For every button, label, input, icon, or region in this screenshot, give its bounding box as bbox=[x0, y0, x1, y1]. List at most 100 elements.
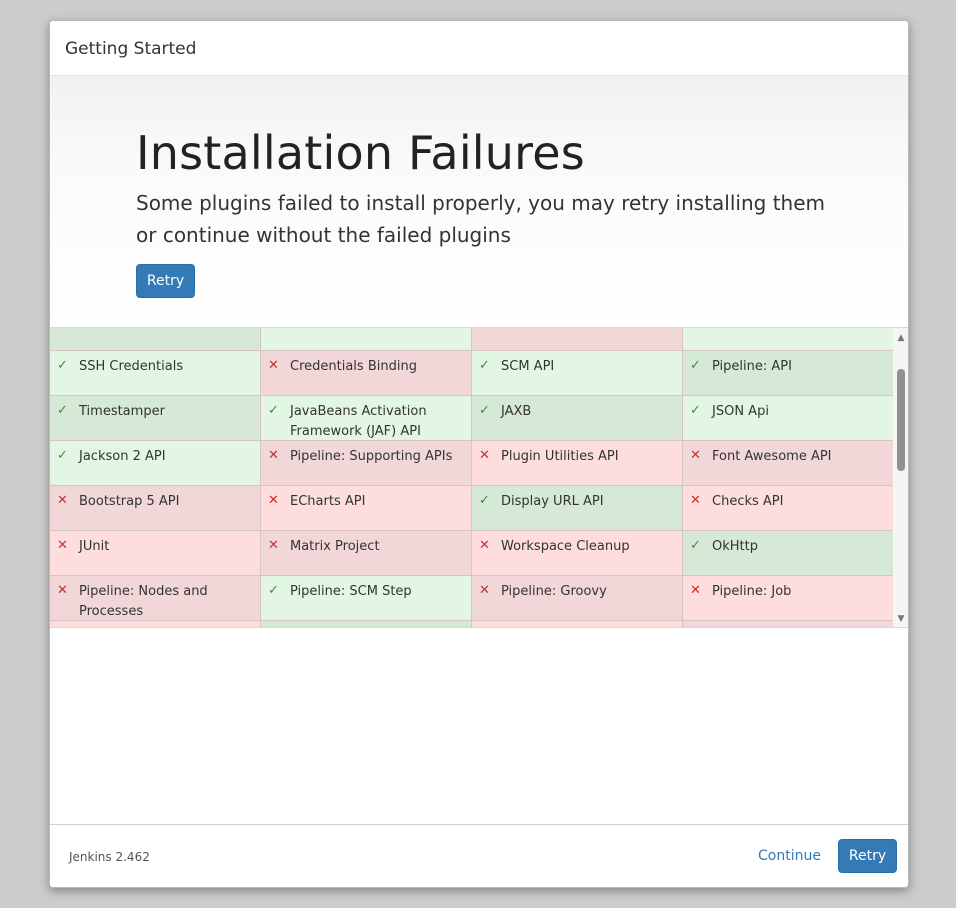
plugin-name: Checks API bbox=[712, 494, 784, 509]
plugin-name: Credentials Binding bbox=[290, 359, 417, 374]
plugin-item: ✓ Pipeline: SCM Step bbox=[261, 576, 472, 621]
check-icon: ✓ bbox=[690, 328, 701, 331]
check-icon: ✓ bbox=[690, 538, 701, 553]
plugin-item: ✓ Pipeline: API bbox=[683, 351, 894, 396]
scrollbar-thumb[interactable] bbox=[897, 369, 905, 471]
check-icon: ✓ bbox=[479, 493, 490, 508]
plugin-name: Bootstrap 5 API bbox=[79, 494, 180, 509]
cross-icon: ✕ bbox=[57, 538, 68, 553]
plugin-item: ✕ Checks API bbox=[683, 486, 894, 531]
plugin-item: ✓ bbox=[261, 621, 472, 627]
hero-section: Installation Failures Some plugins faile… bbox=[50, 76, 908, 327]
plugin-name: JavaBeans Activation Framework (JAF) API bbox=[290, 404, 427, 439]
check-icon: ✓ bbox=[57, 448, 68, 463]
setup-dialog: Getting Started Installation Failures So… bbox=[49, 20, 909, 888]
plugin-name: Pipeline: SCM Step bbox=[290, 584, 412, 599]
cross-icon: ✕ bbox=[479, 538, 490, 553]
dialog-header: Getting Started bbox=[50, 21, 908, 76]
plugin-name: Pipeline: Supporting APIs bbox=[290, 449, 453, 464]
retry-button[interactable]: Retry bbox=[136, 264, 195, 298]
plugin-name: JSON Api bbox=[712, 404, 769, 419]
check-icon: ✓ bbox=[268, 328, 279, 331]
plugin-item: ✕ Workspace Cleanup bbox=[472, 531, 683, 576]
check-icon: ✓ bbox=[690, 358, 701, 373]
plugin-list[interactable]: ✓ ✓ ✕ ✓ ✓ SSH Credentials ✕ Credentials Binding… bbox=[50, 327, 908, 628]
check-icon: ✓ bbox=[268, 583, 279, 598]
continue-link[interactable]: Continue bbox=[758, 848, 821, 864]
check-icon: ✓ bbox=[57, 328, 68, 331]
plugin-item: ✕ Pipeline: Job bbox=[683, 576, 894, 621]
dialog-title: Getting Started bbox=[65, 39, 197, 59]
version-label: Jenkins 2.462 bbox=[69, 850, 150, 864]
plugin-item: ✕ bbox=[50, 621, 261, 627]
cross-icon: ✕ bbox=[479, 583, 490, 598]
plugin-item: ✓ bbox=[50, 328, 261, 351]
plugin-name: Jackson 2 API bbox=[79, 449, 166, 464]
plugin-name: OkHttp bbox=[712, 539, 758, 554]
plugin-item: ✕ bbox=[683, 621, 894, 627]
plugin-name: SSH Credentials bbox=[79, 359, 184, 374]
plugin-item: ✕ bbox=[472, 328, 683, 351]
plugin-item: ✓ OkHttp bbox=[683, 531, 894, 576]
plugin-item: ✕ Credentials Binding bbox=[261, 351, 472, 396]
plugin-item: ✕ bbox=[472, 621, 683, 627]
cross-icon: ✕ bbox=[57, 583, 68, 598]
plugin-name: SCM API bbox=[501, 359, 555, 374]
plugin-item: ✕ Pipeline: Supporting APIs bbox=[261, 441, 472, 486]
cross-icon: ✕ bbox=[690, 448, 701, 463]
cross-icon: ✕ bbox=[57, 493, 68, 508]
check-icon: ✓ bbox=[690, 403, 701, 418]
cross-icon: ✕ bbox=[268, 358, 279, 373]
check-icon: ✓ bbox=[268, 626, 279, 627]
cross-icon: ✕ bbox=[268, 448, 279, 463]
plugin-item: ✓ SSH Credentials bbox=[50, 351, 261, 396]
plugin-name: Display URL API bbox=[501, 494, 604, 509]
cross-icon: ✕ bbox=[479, 328, 490, 331]
plugin-item: ✕ Matrix Project bbox=[261, 531, 472, 576]
plugin-name: Pipeline: Nodes and Processes bbox=[79, 584, 208, 619]
plugin-name: Timestamper bbox=[79, 404, 165, 419]
cross-icon: ✕ bbox=[690, 626, 701, 627]
scroll-down-arrow-icon[interactable]: ▼ bbox=[893, 611, 908, 627]
check-icon: ✓ bbox=[268, 403, 279, 418]
plugin-name: ECharts API bbox=[290, 494, 366, 509]
cross-icon: ✕ bbox=[690, 583, 701, 598]
cross-icon: ✕ bbox=[268, 538, 279, 553]
plugin-name: JUnit bbox=[79, 539, 110, 554]
plugin-item: ✕ ECharts API bbox=[261, 486, 472, 531]
plugin-item: ✕ Plugin Utilities API bbox=[472, 441, 683, 486]
plugin-item: ✓ JavaBeans Activation Framework (JAF) AP… bbox=[261, 396, 472, 441]
plugin-item: ✕ Pipeline: Nodes and Processes bbox=[50, 576, 261, 621]
dialog-footer: Jenkins 2.462 Continue Retry bbox=[50, 824, 908, 887]
plugin-item: ✓ bbox=[261, 328, 472, 351]
footer-retry-button[interactable]: Retry bbox=[838, 839, 897, 873]
check-icon: ✓ bbox=[479, 358, 490, 373]
plugin-name: Matrix Project bbox=[290, 539, 380, 554]
plugin-grid: ✓ ✓ ✕ ✓ ✓ SSH Credentials ✕ Credentials Binding… bbox=[50, 328, 894, 627]
cross-icon: ✕ bbox=[57, 626, 68, 627]
plugin-item: ✕ Bootstrap 5 API bbox=[50, 486, 261, 531]
plugin-name: Pipeline: API bbox=[712, 359, 792, 374]
page-title: Installation Failures bbox=[136, 126, 585, 180]
plugin-list-scrollbar[interactable]: ▲ ▼ bbox=[893, 328, 908, 627]
plugin-item: ✓ Display URL API bbox=[472, 486, 683, 531]
plugin-item: ✓ SCM API bbox=[472, 351, 683, 396]
check-icon: ✓ bbox=[57, 358, 68, 373]
plugin-item: ✓ bbox=[683, 328, 894, 351]
plugin-item: ✕ Pipeline: Groovy bbox=[472, 576, 683, 621]
plugin-name: Pipeline: Groovy bbox=[501, 584, 607, 599]
plugin-item: ✕ Font Awesome API bbox=[683, 441, 894, 486]
cross-icon: ✕ bbox=[268, 493, 279, 508]
plugin-item: ✓ JSON Api bbox=[683, 396, 894, 441]
plugin-name: Font Awesome API bbox=[712, 449, 832, 464]
plugin-item: ✓ JAXB bbox=[472, 396, 683, 441]
check-icon: ✓ bbox=[57, 403, 68, 418]
plugin-item: ✓ Timestamper bbox=[50, 396, 261, 441]
cross-icon: ✕ bbox=[690, 493, 701, 508]
plugin-item: ✕ JUnit bbox=[50, 531, 261, 576]
plugin-name: Pipeline: Job bbox=[712, 584, 792, 599]
plugin-name: Workspace Cleanup bbox=[501, 539, 630, 554]
check-icon: ✓ bbox=[479, 403, 490, 418]
scroll-up-arrow-icon[interactable]: ▲ bbox=[893, 330, 908, 346]
page-description: Some plugins failed to install properly,… bbox=[136, 191, 826, 247]
